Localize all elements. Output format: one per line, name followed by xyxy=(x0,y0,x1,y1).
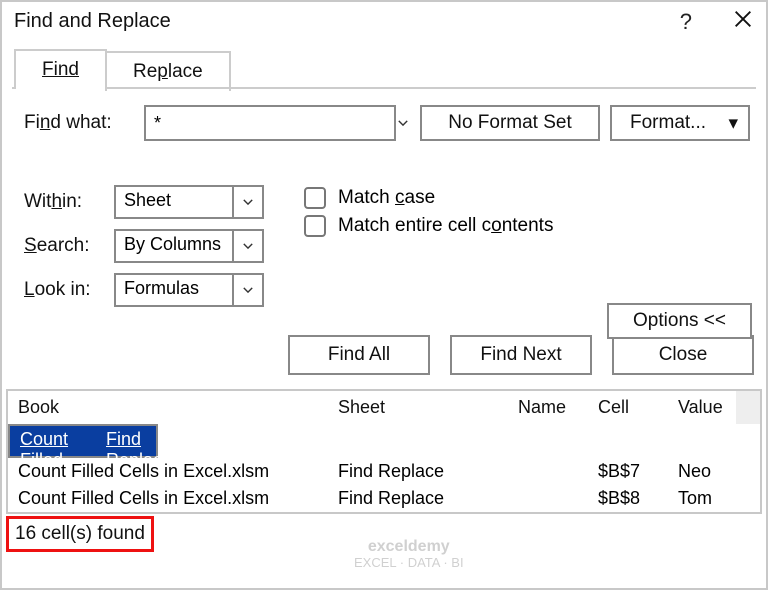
match-case-checkbox[interactable]: Match case xyxy=(304,187,553,209)
find-all-button[interactable]: Find All xyxy=(288,335,430,375)
chevron-down-icon[interactable] xyxy=(232,275,262,305)
col-value[interactable]: Value xyxy=(678,397,736,418)
watermark: exceldemy EXCEL · DATA · BI xyxy=(354,538,464,570)
within-select[interactable]: Sheet xyxy=(114,185,264,219)
close-icon[interactable] xyxy=(732,8,754,35)
format-button[interactable]: Format... ▾ xyxy=(610,105,750,141)
options-button[interactable]: Options << xyxy=(607,303,752,339)
findwhat-input[interactable] xyxy=(146,107,394,139)
search-select[interactable]: By Columns xyxy=(114,229,264,263)
within-label: Within: xyxy=(24,191,114,213)
caret-down-icon: ▾ xyxy=(728,112,738,135)
col-sheet[interactable]: Sheet xyxy=(338,397,518,418)
status-text: 16 cell(s) found xyxy=(6,516,154,552)
search-label: Search: xyxy=(24,235,114,257)
table-row[interactable]: Count Filled Cells in Excel.xlsm Find Re… xyxy=(8,458,760,485)
checkbox-icon xyxy=(304,215,326,237)
find-next-button[interactable]: Find Next xyxy=(450,335,592,375)
lookin-select[interactable]: Formulas xyxy=(114,273,264,307)
lookin-label: Look in: xyxy=(24,279,114,301)
col-cell[interactable]: Cell xyxy=(598,397,678,418)
results-header: Book Sheet Name Cell Value xyxy=(8,391,760,424)
close-button[interactable]: Close xyxy=(612,335,754,375)
chevron-down-icon[interactable] xyxy=(394,107,410,139)
chevron-down-icon[interactable] xyxy=(232,231,262,261)
col-name[interactable]: Name xyxy=(518,397,598,418)
table-row[interactable]: Count Filled Cells in Excel.xlsm Find Re… xyxy=(8,485,760,512)
tab-replace[interactable]: Replace xyxy=(105,51,231,91)
col-book[interactable]: Book xyxy=(18,397,338,418)
help-button[interactable]: ? xyxy=(680,9,692,35)
table-row[interactable]: Count Filled Cells in Excel.xlsm Find Re… xyxy=(8,424,158,458)
dialog-title: Find and Replace xyxy=(14,10,680,33)
findwhat-combo[interactable] xyxy=(144,105,396,141)
chevron-down-icon[interactable] xyxy=(232,187,262,217)
match-entire-checkbox[interactable]: Match entire cell contents xyxy=(304,215,553,237)
results-table: Book Sheet Name Cell Value Count Filled … xyxy=(6,389,762,514)
checkbox-icon xyxy=(304,187,326,209)
no-format-button[interactable]: No Format Set xyxy=(420,105,600,141)
findwhat-label: Find what: xyxy=(24,112,144,134)
tab-find[interactable]: Find xyxy=(14,49,107,89)
